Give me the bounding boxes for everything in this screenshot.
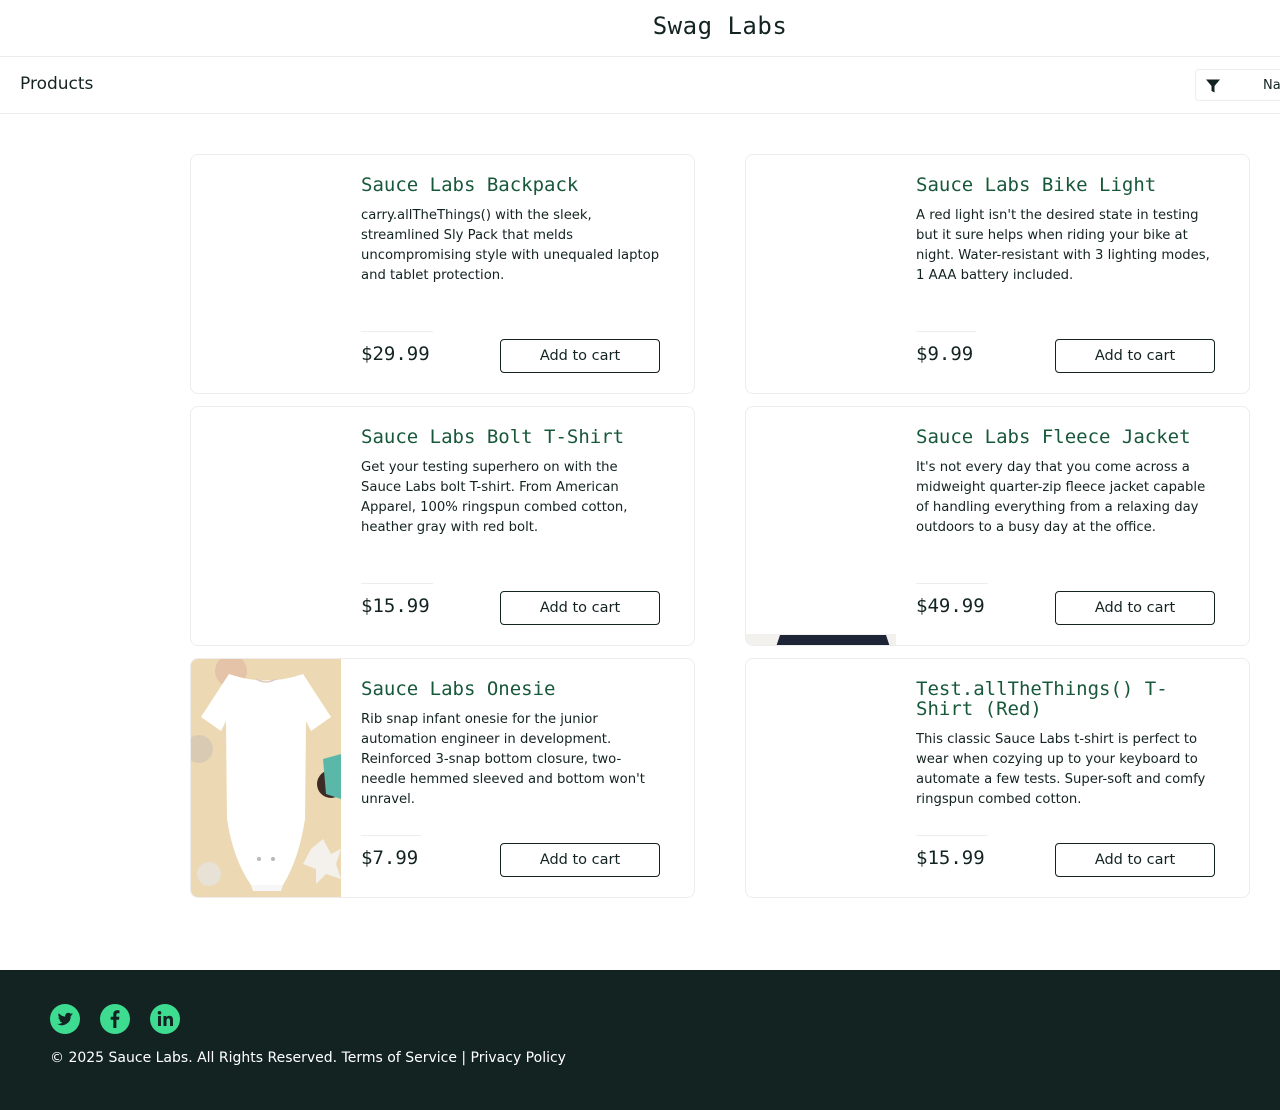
item-image-bolt-t-shirt[interactable] [191,407,341,645]
inventory-item: Sauce Labs Fleece Jacket It's not every … [745,406,1250,646]
item-price: $7.99 [361,847,419,869]
item-name[interactable]: Sauce Labs Bolt T-Shirt [361,427,661,447]
item-image-fleece-jacket[interactable] [746,407,896,645]
item-description: A red light isn't the desired state in t… [916,208,1210,283]
item-price: $49.99 [916,595,985,617]
item-name[interactable]: Sauce Labs Backpack [361,175,661,195]
item-description: Get your testing superhero on with the S… [361,460,628,535]
item-description: carry.allTheThings() with the sleek, str… [361,208,660,283]
facebook-icon [110,1010,120,1028]
social-linkedin-link[interactable] [150,1004,180,1034]
item-description: It's not every day that you come across … [916,460,1206,535]
item-price: $15.99 [916,847,985,869]
item-name[interactable]: Test.allTheThings() T-Shirt (Red) [916,679,1216,719]
inventory-item: Test.allTheThings() T-Shirt (Red) This c… [745,658,1250,898]
price-divider [916,583,988,584]
item-image-onesie[interactable] [191,659,341,897]
inventory-item: Sauce Labs Bike Light A red light isn't … [745,154,1250,394]
social-facebook-link[interactable] [100,1004,130,1034]
jacket-image-partial [746,634,896,645]
add-to-cart-button[interactable]: Add to cart [500,843,660,877]
item-price: $9.99 [916,343,974,365]
social-twitter-link[interactable] [50,1004,80,1034]
item-description: This classic Sauce Labs t-shirt is perfe… [916,732,1206,807]
item-image-backpack[interactable] [191,155,341,393]
inventory-item: Sauce Labs Bolt T-Shirt Get your testing… [190,406,695,646]
inventory-item: Sauce Labs Backpack carry.allTheThings()… [190,154,695,394]
onesie-image [191,659,341,897]
item-description: Rib snap infant onesie for the junior au… [361,712,645,807]
add-to-cart-button[interactable]: Add to cart [1055,339,1215,373]
filter-icon [1206,79,1220,93]
page-title: Products [20,74,94,94]
price-divider [916,835,988,836]
product-sort-select[interactable]: Name (A to Z) [1195,69,1280,101]
item-name[interactable]: Sauce Labs Fleece Jacket [916,427,1216,447]
inventory-item: Sauce Labs Onesie Rib snap infant onesie… [190,658,695,898]
add-to-cart-button[interactable]: Add to cart [500,591,660,625]
footer: © 2025 Sauce Labs. All Rights Reserved. … [0,970,1280,1110]
sort-selected-value: Name (A to Z) [1263,78,1280,93]
item-price: $29.99 [361,343,430,365]
secondary-header: Products Name (A to Z) [0,57,1280,114]
primary-header: Swag Labs [0,0,1280,57]
twitter-icon [57,1012,73,1026]
add-to-cart-button[interactable]: Add to cart [1055,591,1215,625]
item-price: $15.99 [361,595,430,617]
linkedin-icon [157,1011,173,1026]
item-image-test-t-shirt-red[interactable] [746,659,896,897]
price-divider [361,583,433,584]
price-divider [361,835,421,836]
price-divider [916,331,976,332]
add-to-cart-button[interactable]: Add to cart [500,339,660,373]
item-image-bike-light[interactable] [746,155,896,393]
add-to-cart-button[interactable]: Add to cart [1055,843,1215,877]
app-logo: Swag Labs [652,12,788,40]
footer-copyright: © 2025 Sauce Labs. All Rights Reserved. … [50,1050,566,1066]
item-name[interactable]: Sauce Labs Onesie [361,679,661,699]
item-name[interactable]: Sauce Labs Bike Light [916,175,1216,195]
price-divider [361,331,433,332]
